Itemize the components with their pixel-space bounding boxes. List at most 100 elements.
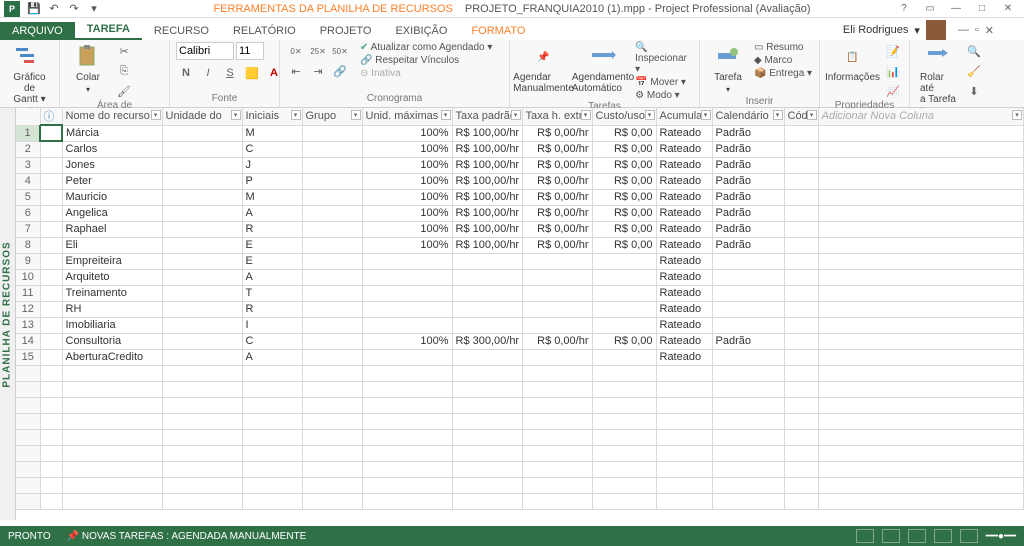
- cell[interactable]: [818, 173, 1024, 189]
- view-sheet-icon[interactable]: [934, 529, 952, 543]
- mode-button[interactable]: ⚙ Modo ▾: [635, 90, 693, 101]
- cell[interactable]: [62, 429, 162, 445]
- find-icon[interactable]: 🔍: [964, 42, 984, 60]
- col-header[interactable]: Unidade do▾: [162, 108, 242, 125]
- view-team-icon[interactable]: [908, 529, 926, 543]
- cell[interactable]: [242, 429, 302, 445]
- cell[interactable]: [162, 477, 242, 493]
- cell[interactable]: [784, 189, 818, 205]
- cell[interactable]: [818, 269, 1024, 285]
- status-newtasks[interactable]: 📌 NOVAS TAREFAS : AGENDADA MANUALMENTE: [67, 531, 307, 542]
- cell[interactable]: [62, 365, 162, 381]
- row-header[interactable]: 15: [16, 349, 40, 365]
- redo-icon[interactable]: ↷: [66, 1, 82, 17]
- cell[interactable]: [592, 429, 656, 445]
- cell[interactable]: [784, 413, 818, 429]
- col-header[interactable]: Adicionar Nova Coluna▾: [818, 108, 1024, 125]
- resource-grid[interactable]: ⓘNome do recurso▾Unidade do▾Iniciais▾Gru…: [16, 108, 1024, 510]
- cell[interactable]: [818, 333, 1024, 349]
- cell[interactable]: Rateado: [656, 173, 712, 189]
- cell[interactable]: R$ 0,00/hr: [522, 141, 592, 157]
- row-header[interactable]: 2: [16, 141, 40, 157]
- cell[interactable]: A: [242, 269, 302, 285]
- cell[interactable]: [712, 285, 784, 301]
- cell[interactable]: M: [242, 189, 302, 205]
- cell[interactable]: [302, 285, 362, 301]
- row-header[interactable]: [16, 445, 40, 461]
- cell[interactable]: R$ 0,00: [592, 189, 656, 205]
- cell[interactable]: [362, 285, 452, 301]
- cell[interactable]: R$ 0,00/hr: [522, 125, 592, 141]
- schedule-manual-button[interactable]: 📌 Agendar Manualmente: [516, 42, 571, 96]
- cell[interactable]: [162, 269, 242, 285]
- cell[interactable]: R$ 0,00: [592, 141, 656, 157]
- indent-50-button[interactable]: 50✕: [330, 42, 350, 60]
- cell[interactable]: [712, 429, 784, 445]
- cell[interactable]: [362, 461, 452, 477]
- cell[interactable]: Raphael: [62, 221, 162, 237]
- cell[interactable]: [162, 349, 242, 365]
- cell[interactable]: [302, 413, 362, 429]
- cell[interactable]: R$ 0,00/hr: [522, 157, 592, 173]
- cell[interactable]: [40, 317, 62, 333]
- cell[interactable]: [784, 461, 818, 477]
- cell[interactable]: [818, 413, 1024, 429]
- cell[interactable]: [302, 221, 362, 237]
- cell[interactable]: [242, 381, 302, 397]
- cell[interactable]: [40, 237, 62, 253]
- cell[interactable]: [162, 301, 242, 317]
- cell[interactable]: [712, 301, 784, 317]
- cell[interactable]: [40, 125, 62, 141]
- cell[interactable]: [362, 253, 452, 269]
- cell[interactable]: [162, 429, 242, 445]
- cell[interactable]: I: [242, 317, 302, 333]
- cell[interactable]: [302, 269, 362, 285]
- cell[interactable]: Padrão: [712, 205, 784, 221]
- cell[interactable]: [818, 125, 1024, 141]
- cell[interactable]: 100%: [362, 333, 452, 349]
- indent-button[interactable]: ⇥: [308, 62, 328, 80]
- cell[interactable]: T: [242, 285, 302, 301]
- cell[interactable]: Padrão: [712, 333, 784, 349]
- info-button[interactable]: 📋 Informações: [826, 42, 879, 85]
- cell[interactable]: [452, 429, 522, 445]
- cell[interactable]: [162, 189, 242, 205]
- cell[interactable]: [712, 445, 784, 461]
- cell[interactable]: [818, 157, 1024, 173]
- cell[interactable]: [784, 125, 818, 141]
- cell[interactable]: [40, 205, 62, 221]
- cell[interactable]: [522, 365, 592, 381]
- cell[interactable]: [362, 429, 452, 445]
- cell[interactable]: Rateado: [656, 205, 712, 221]
- cell[interactable]: [62, 397, 162, 413]
- cell[interactable]: [592, 365, 656, 381]
- cell[interactable]: [656, 493, 712, 509]
- cell[interactable]: 100%: [362, 205, 452, 221]
- cell[interactable]: [302, 445, 362, 461]
- cell[interactable]: [522, 301, 592, 317]
- row-header[interactable]: 6: [16, 205, 40, 221]
- underline-button[interactable]: S: [220, 64, 240, 82]
- cell[interactable]: Padrão: [712, 221, 784, 237]
- cell[interactable]: [452, 493, 522, 509]
- cell[interactable]: [522, 253, 592, 269]
- cell[interactable]: [302, 477, 362, 493]
- cell[interactable]: [452, 445, 522, 461]
- cell[interactable]: Padrão: [712, 125, 784, 141]
- minimize-icon[interactable]: —: [944, 1, 968, 17]
- cell[interactable]: R$ 0,00/hr: [522, 221, 592, 237]
- inspect-button[interactable]: 🔍 Inspecionar ▾: [635, 42, 693, 75]
- cell[interactable]: [818, 141, 1024, 157]
- cell[interactable]: AberturaCredito: [62, 349, 162, 365]
- cell[interactable]: RH: [62, 301, 162, 317]
- col-header[interactable]: Iniciais▾: [242, 108, 302, 125]
- cell[interactable]: [362, 493, 452, 509]
- cell[interactable]: [162, 221, 242, 237]
- row-header[interactable]: 5: [16, 189, 40, 205]
- cell[interactable]: [302, 237, 362, 253]
- cell[interactable]: [712, 493, 784, 509]
- cell[interactable]: [40, 189, 62, 205]
- close-icon[interactable]: ✕: [996, 1, 1020, 17]
- cell[interactable]: [452, 413, 522, 429]
- cell[interactable]: [522, 317, 592, 333]
